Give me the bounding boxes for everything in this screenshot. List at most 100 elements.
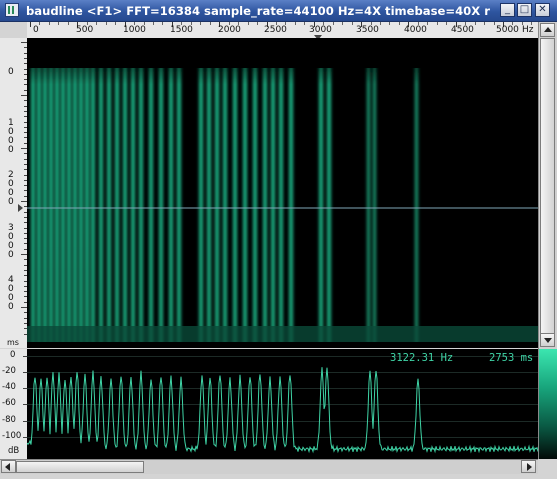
spectrum-trace	[27, 367, 538, 454]
freq-minor-tick	[200, 22, 202, 25]
db-unit-label: dB	[8, 446, 20, 456]
spectrogram-streak	[123, 68, 127, 342]
db-label-60: -60	[2, 398, 16, 408]
minimize-button[interactable]: _	[500, 3, 515, 17]
freq-minor-tick	[380, 22, 382, 25]
spectrogram-streak	[233, 68, 237, 342]
maximize-icon: □	[519, 4, 530, 15]
spectrogram-streak	[115, 68, 119, 342]
db-label-80: -80	[2, 415, 16, 425]
horizontal-scroll-thumb[interactable]	[16, 461, 144, 473]
spectrogram-streak	[67, 68, 71, 342]
freq-minor-tick	[96, 22, 98, 25]
spectrum-plot	[27, 356, 538, 454]
frequency-ruler[interactable]: 0 500 1000 1500 2000 2500 3000 3500 4000…	[27, 22, 538, 40]
freq-minor-tick	[436, 22, 438, 25]
time-ruler[interactable]: 0 1 0 0 0 2 0 0 0 3 0 0 0 4 0 0 0 ms	[0, 38, 28, 348]
spectrum-display[interactable]: 3122.31 Hz 2753 ms	[27, 349, 538, 459]
spectrogram-streak	[139, 68, 143, 342]
spectrogram-streak	[263, 68, 267, 342]
color-scale-bar	[538, 349, 557, 459]
vertical-scroll-thumb[interactable]	[540, 38, 555, 344]
spectrogram-streak	[31, 68, 35, 342]
spectrogram-streak	[279, 68, 283, 342]
db-label-40: -40	[2, 382, 16, 392]
scroll-up-button[interactable]	[540, 23, 555, 37]
time-label-1000-digit: 0	[8, 145, 14, 155]
spectrogram-streak	[107, 68, 111, 342]
freq-minor-tick	[58, 22, 60, 25]
db-ruler: 0 -20 -40 -60 -80 -100 dB	[0, 349, 28, 459]
spectrogram-image	[27, 68, 538, 342]
freq-minor-tick	[389, 22, 391, 25]
spectrogram-streak	[243, 68, 247, 342]
freq-minor-tick	[115, 22, 117, 25]
spectrogram-streak	[99, 68, 103, 342]
db-label-100: -100	[2, 431, 22, 441]
db-label-0: 0	[10, 350, 16, 360]
close-icon: ✕	[538, 4, 547, 15]
spectrogram-streak	[43, 68, 47, 342]
spectrogram-streak	[49, 68, 53, 342]
spectrogram-streak	[61, 68, 65, 342]
freq-label-0: 0	[33, 25, 39, 35]
spectrogram-streak	[327, 68, 331, 342]
freq-minor-tick	[493, 22, 495, 25]
freq-label-1500: 1500	[170, 25, 193, 35]
spectrogram-streak	[73, 68, 77, 342]
baudline-window: baudline <F1> FFT=16384 sample_rate=4410…	[0, 0, 557, 479]
maximize-button[interactable]: □	[517, 3, 532, 17]
freq-minor-tick	[162, 22, 164, 25]
freq-minor-tick	[67, 22, 69, 25]
scroll-left-icon	[5, 463, 10, 471]
freq-minor-tick	[105, 22, 107, 25]
scroll-left-button[interactable]	[1, 460, 16, 473]
spectrogram-streak	[415, 68, 418, 342]
freq-minor-tick	[39, 22, 41, 25]
spectrogram-streak	[223, 68, 227, 342]
scroll-right-button[interactable]	[521, 460, 536, 473]
freq-minor-tick	[294, 22, 296, 25]
spectrogram-streak	[373, 68, 376, 342]
app-icon[interactable]	[5, 3, 19, 17]
time-label-4000-digit: 0	[8, 302, 14, 312]
freq-major-tick	[30, 22, 31, 27]
spectrogram-streak	[367, 68, 370, 342]
spectrogram-streak	[177, 68, 181, 342]
title-bar[interactable]: baudline <F1> FFT=16384 sample_rate=4410…	[0, 0, 557, 22]
time-cursor-marker	[18, 204, 23, 212]
freq-minor-tick	[257, 22, 259, 25]
spectrogram-streak	[149, 68, 153, 342]
scroll-right-icon	[527, 463, 532, 471]
freq-minor-tick	[304, 22, 306, 25]
horizontal-scrollbar[interactable]	[0, 459, 538, 474]
spectrogram-base-band	[27, 326, 538, 342]
spectrogram-streak	[253, 68, 257, 342]
freq-label-500: 500	[76, 25, 94, 35]
freq-minor-tick	[152, 22, 154, 25]
vertical-scrollbar[interactable]	[538, 22, 557, 349]
spectrogram-streak	[271, 68, 275, 342]
scroll-down-icon	[544, 338, 552, 343]
window-bottom-border	[0, 474, 538, 479]
freq-minor-tick	[351, 22, 353, 25]
freq-minor-tick	[398, 22, 400, 25]
freq-minor-tick	[484, 22, 486, 25]
freq-label-2500: 2500	[264, 25, 287, 35]
spectrogram-streak	[55, 68, 59, 342]
freq-minor-tick	[332, 22, 334, 25]
spectrogram-streak	[319, 68, 323, 342]
close-button[interactable]: ✕	[535, 3, 550, 17]
freq-label-5000: 5000	[496, 25, 519, 35]
spectrogram-display[interactable]	[27, 38, 538, 348]
window-corner	[538, 459, 557, 479]
spectrogram-streak	[289, 68, 293, 342]
spectrogram-streak	[37, 68, 41, 342]
freq-minor-tick	[342, 22, 344, 25]
spectrogram-streak	[79, 68, 83, 342]
scroll-down-button[interactable]	[540, 333, 555, 347]
spectrogram-streak	[159, 68, 163, 342]
time-readout: 2753 ms	[489, 352, 534, 364]
spectrogram-streak	[131, 68, 135, 342]
freq-minor-tick	[474, 22, 476, 25]
